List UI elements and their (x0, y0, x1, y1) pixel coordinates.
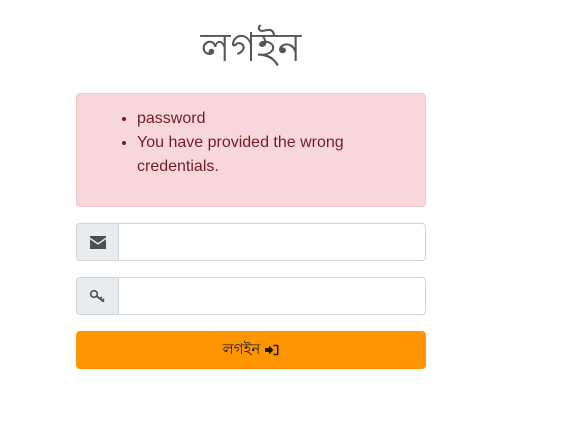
password-input-group (76, 277, 426, 315)
error-item: You have provided the wrong credentials. (137, 131, 405, 179)
email-input-group (76, 223, 426, 261)
login-page: লগইন password You have provided the wron… (0, 0, 572, 439)
page-title: লগইন (200, 25, 302, 71)
key-icon (76, 277, 118, 315)
password-field[interactable] (118, 277, 426, 315)
envelope-icon (76, 223, 118, 261)
login-button[interactable]: লগইন (76, 331, 426, 369)
email-field[interactable] (118, 223, 426, 261)
error-alert: password You have provided the wrong cre… (76, 93, 426, 207)
sign-in-icon (265, 344, 279, 356)
error-list: password You have provided the wrong cre… (77, 94, 425, 179)
error-item: password (137, 107, 405, 131)
login-button-label: লগইন (222, 339, 261, 358)
